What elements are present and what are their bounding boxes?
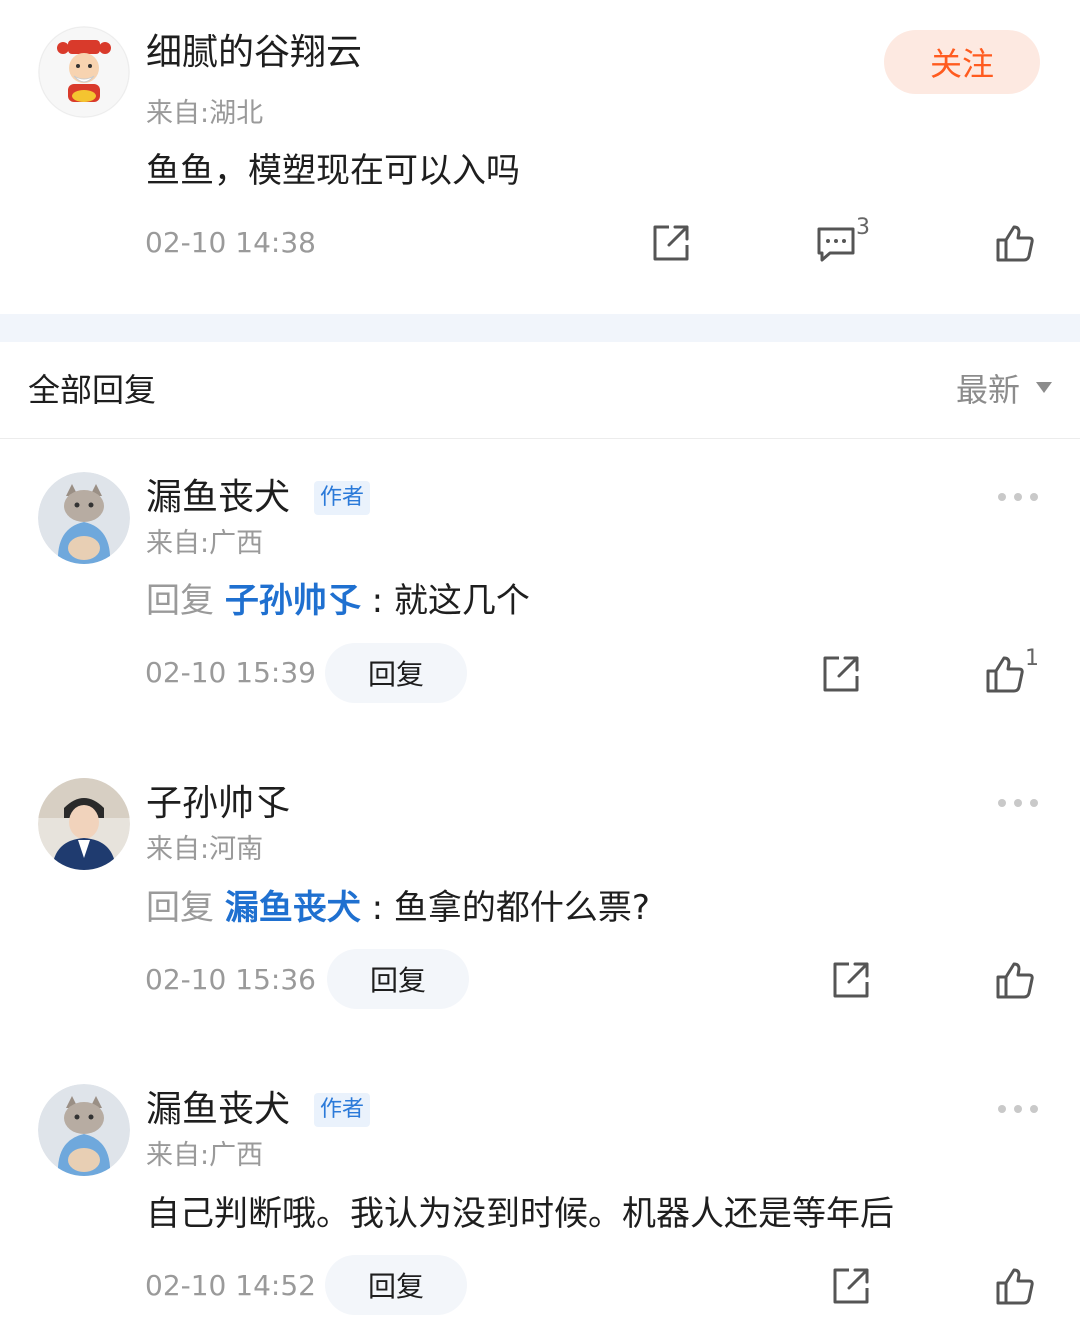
comment-count: 3 [856,215,870,240]
reply-text: 自己判断哦。我认为没到时候。机器人还是等年后 [146,1194,894,1234]
reply-text: 就这几个 [393,581,530,621]
share-icon[interactable] [829,958,873,1002]
reply-content: 回复 漏鱼丧犬 : 鱼拿的都什么票? [146,886,650,930]
like-count: 1 [1025,646,1039,671]
thumbs-up-icon[interactable] [993,1264,1037,1308]
reply-prefix: 回复 [146,581,214,621]
reply-button[interactable]: 回复 [325,1255,467,1315]
reply-author-name[interactable]: 漏鱼丧犬 [146,476,290,520]
reply-author-location: 来自:河南 [146,834,264,865]
share-icon[interactable] [649,221,693,265]
reply-author-avatar[interactable] [38,1084,130,1176]
reply-time: 02-10 15:36 [145,963,316,996]
reply-author-name[interactable]: 子孙帅孓 [146,782,290,826]
reply-button[interactable]: 回复 [327,949,469,1009]
reply-time: 02-10 15:39 [145,656,316,689]
more-icon[interactable] [998,493,1038,503]
post-author-location: 来自:湖北 [146,98,264,129]
author-badge: 作者 [314,481,371,515]
reply-author-avatar[interactable] [38,472,130,564]
reply-separator: : [371,581,384,621]
reply-author-location: 来自:广西 [146,528,264,559]
follow-button[interactable]: 关注 [884,30,1040,94]
header-divider [0,438,1080,439]
reply-prefix: 回复 [146,888,214,928]
sort-dropdown[interactable]: 最新 [956,370,1020,410]
reply-author-name[interactable]: 漏鱼丧犬 [146,1088,290,1132]
thumbs-up-icon[interactable] [983,652,1027,696]
section-divider [0,314,1080,342]
post-author-avatar[interactable] [38,26,130,118]
author-badge: 作者 [314,1093,371,1127]
reply-author-location: 来自:广西 [146,1140,264,1171]
reply-content: 回复 子孙帅孓 : 就这几个 [146,579,530,623]
caret-down-icon[interactable] [1036,382,1052,393]
thumbs-up-icon[interactable] [993,221,1037,265]
more-icon[interactable] [998,1105,1038,1115]
reply-time: 02-10 14:52 [145,1269,316,1302]
share-icon[interactable] [829,1264,873,1308]
all-replies-title: 全部回复 [28,371,157,409]
post-time: 02-10 14:38 [145,226,316,259]
comment-icon[interactable] [814,221,858,265]
mention-link[interactable]: 子孙帅孓 [225,581,361,621]
post-author-name[interactable]: 细腻的谷翔云 [146,31,362,75]
reply-separator: : [371,888,384,928]
thumbs-up-icon[interactable] [993,958,1037,1002]
original-post: 细腻的谷翔云 来自:湖北 关注 鱼鱼，模塑现在可以入吗 02-10 14:38 … [0,0,1080,314]
mention-link[interactable]: 漏鱼丧犬 [225,888,361,928]
more-icon[interactable] [998,799,1038,809]
share-icon[interactable] [819,652,863,696]
reply-author-avatar[interactable] [38,778,130,870]
reply-text: 鱼拿的都什么票? [393,888,650,928]
reply-button[interactable]: 回复 [325,643,467,703]
post-content: 鱼鱼，模塑现在可以入吗 [146,151,520,191]
